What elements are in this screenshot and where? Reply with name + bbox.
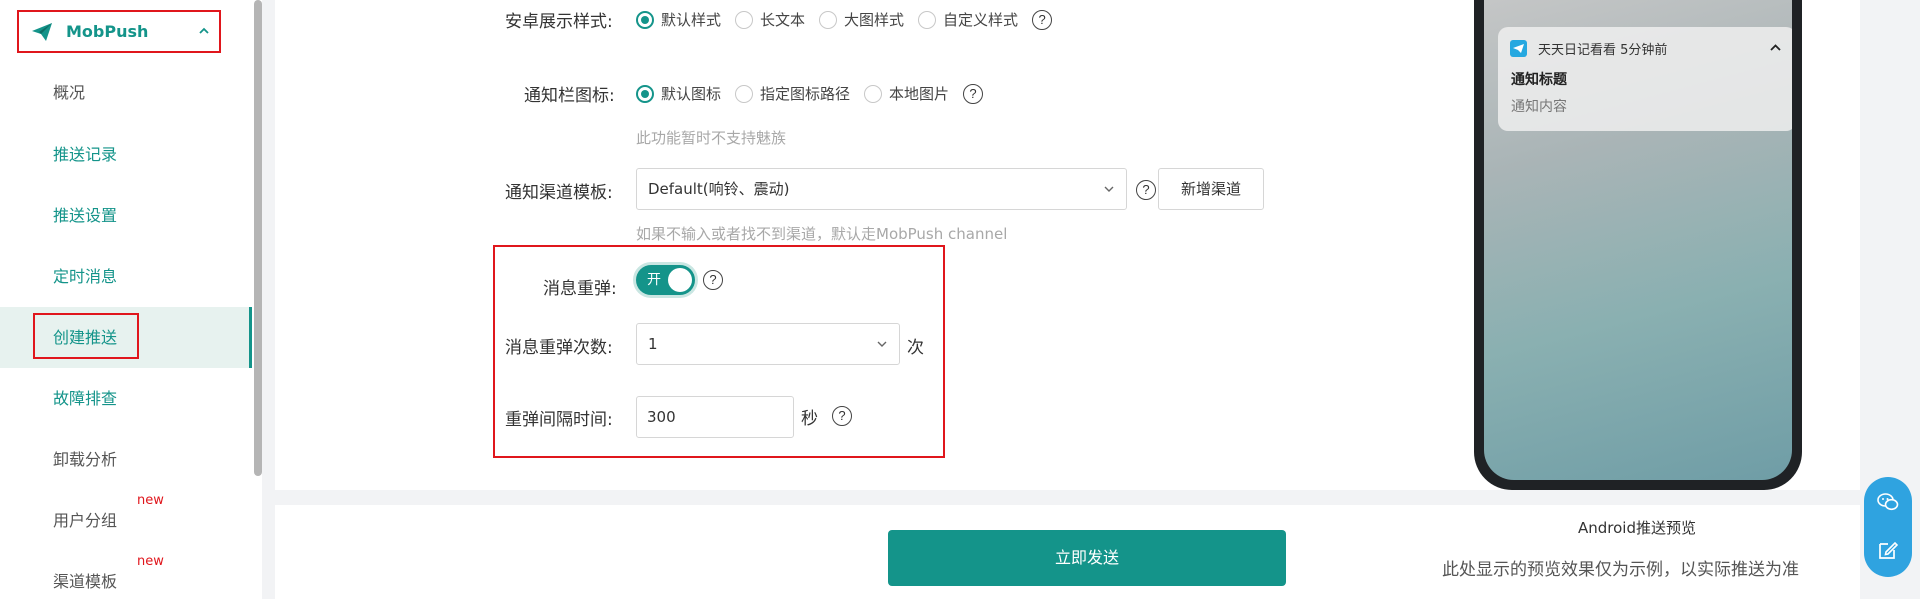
repop-interval-input[interactable]: 300 xyxy=(636,396,794,438)
wechat-icon[interactable] xyxy=(1876,490,1900,514)
radio-long-text[interactable]: 长文本 xyxy=(735,9,805,30)
help-icon[interactable]: ? xyxy=(703,270,723,290)
repop-interval-unit: 秒 xyxy=(801,409,818,429)
notification-card: 天天日记看看 5分钟前 通知标题 通知内容 xyxy=(1498,27,1792,131)
repop-count-value: 1 xyxy=(648,335,658,353)
brand-name: MobPush xyxy=(66,22,149,41)
repop-interval-label: 重弹间隔时间: xyxy=(505,410,613,430)
notify-icon-radio-group: 默认图标 指定图标路径 本地图片 ? xyxy=(636,83,984,104)
radio-default-style[interactable]: 默认样式 xyxy=(636,9,721,30)
channel-template-select[interactable]: Default(响铃、震动) xyxy=(636,168,1127,210)
paper-plane-icon xyxy=(32,23,52,41)
radio-local-image[interactable]: 本地图片 xyxy=(864,83,949,104)
brand-header[interactable]: MobPush xyxy=(17,10,221,53)
sidebar-item-label: 故障排查 xyxy=(53,389,118,408)
notification-content: 通知内容 xyxy=(1511,99,1567,115)
sidebar-item-overview[interactable]: 概况 xyxy=(0,62,252,123)
repop-count-label: 消息重弹次数: xyxy=(505,338,613,358)
sidebar-item-label: 概况 xyxy=(53,83,86,102)
chevron-up-icon xyxy=(1770,44,1781,51)
toggle-knob xyxy=(668,268,692,292)
android-phone-preview: 天天日记看看 5分钟前 通知标题 通知内容 xyxy=(1474,0,1802,490)
sidebar-item-create-push[interactable]: 创建推送 xyxy=(0,307,252,368)
display-style-label: 安卓展示样式: xyxy=(505,12,613,32)
highlight-box xyxy=(33,313,139,359)
help-icon[interactable]: ? xyxy=(1136,180,1156,200)
app-icon xyxy=(1510,40,1527,57)
sidebar: MobPush 概况 推送记录 推送设置 定时消息 创建推送 故障排查 卸载分析… xyxy=(0,0,262,599)
radio-default-icon[interactable]: 默认图标 xyxy=(636,83,721,104)
repop-count-select[interactable]: 1 xyxy=(636,323,900,365)
sidebar-item-push-settings[interactable]: 推送设置 xyxy=(0,185,252,246)
repop-toggle[interactable]: 开 xyxy=(636,265,695,295)
sidebar-item-uninstall-analysis[interactable]: 卸载分析 xyxy=(0,429,252,490)
chevron-down-icon xyxy=(877,341,887,347)
edit-icon[interactable] xyxy=(1877,539,1899,561)
repop-count-unit: 次 xyxy=(907,338,924,358)
sidebar-item-label: 推送设置 xyxy=(53,206,118,225)
scrollbar-thumb[interactable] xyxy=(254,0,262,476)
phone-screen: 天天日记看看 5分钟前 通知标题 通知内容 xyxy=(1484,0,1792,480)
sidebar-item-troubleshoot[interactable]: 故障排查 xyxy=(0,368,252,429)
radio-big-picture[interactable]: 大图样式 xyxy=(819,9,904,30)
sidebar-item-label: 渠道模板 xyxy=(53,572,118,591)
sidebar-item-label: 卸载分析 xyxy=(53,450,118,469)
notification-app-line: 天天日记看看 5分钟前 xyxy=(1538,43,1668,58)
repop-interval-value: 300 xyxy=(647,408,676,426)
help-icon[interactable]: ? xyxy=(1032,9,1053,30)
help-icon[interactable]: ? xyxy=(963,83,984,104)
repop-label: 消息重弹: xyxy=(543,279,617,299)
channel-template-value: Default(响铃、震动) xyxy=(648,180,790,198)
sidebar-item-label: 用户分组 xyxy=(53,511,118,530)
floating-action-group xyxy=(1864,477,1912,577)
new-badge: new xyxy=(137,554,164,569)
send-now-button[interactable]: 立即发送 xyxy=(888,530,1286,586)
channel-template-label: 通知渠道模板: xyxy=(505,183,613,203)
chevron-down-icon xyxy=(1104,186,1114,192)
display-style-radio-group: 默认样式 长文本 大图样式 自定义样式 ? xyxy=(636,9,1053,30)
sidebar-item-channel-templates[interactable]: 渠道模板 new xyxy=(0,551,252,599)
add-channel-button[interactable]: 新增渠道 xyxy=(1158,168,1264,210)
new-badge: new xyxy=(137,493,164,508)
sidebar-item-push-records[interactable]: 推送记录 xyxy=(0,124,252,185)
sidebar-item-scheduled[interactable]: 定时消息 xyxy=(0,246,252,307)
help-icon[interactable]: ? xyxy=(832,406,852,426)
sidebar-item-label: 推送记录 xyxy=(53,145,118,164)
notification-title: 通知标题 xyxy=(1511,72,1567,88)
radio-icon-path[interactable]: 指定图标路径 xyxy=(735,83,850,104)
preview-note: 此处显示的预览效果仅为示例，以实际推送为准 xyxy=(1442,560,1799,580)
sidebar-scrollbar[interactable] xyxy=(252,0,262,599)
preview-label: Android推送预览 xyxy=(1578,519,1696,537)
sidebar-item-label: 定时消息 xyxy=(53,267,118,286)
radio-custom-style[interactable]: 自定义样式 xyxy=(918,9,1018,30)
channel-template-hint: 如果不输入或者找不到渠道，默认走MobPush channel xyxy=(636,225,1008,243)
sidebar-item-user-groups[interactable]: 用户分组 new xyxy=(0,490,252,551)
toggle-text: 开 xyxy=(647,272,661,288)
notify-icon-label: 通知栏图标: xyxy=(524,86,615,106)
notify-icon-hint: 此功能暂时不支持魅族 xyxy=(636,129,787,147)
chevron-up-icon[interactable] xyxy=(197,24,211,38)
